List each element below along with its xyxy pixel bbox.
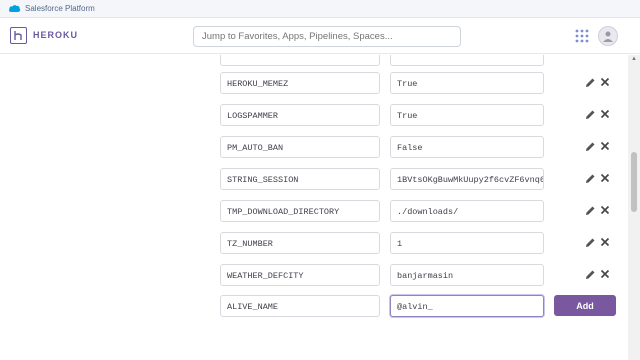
search-input[interactable] [193,26,461,47]
pencil-icon[interactable] [585,77,596,88]
config-var-key[interactable]: STRING_SESSION [220,168,380,190]
config-var-row: TZ_NUMBER 1 [0,232,628,256]
close-icon[interactable] [600,173,610,183]
close-icon[interactable] [600,205,610,215]
pencil-icon[interactable] [585,269,596,280]
platform-bar: Salesforce Platform [0,0,640,18]
top-header: HEROKU [0,18,640,54]
config-var-key[interactable]: TMP_DOWNLOAD_DIRECTORY [220,200,380,222]
config-var-row: TMP_DOWNLOAD_DIRECTORY ./downloads/ [0,200,628,224]
config-var-key[interactable]: WEATHER_DEFCITY [220,264,380,286]
apps-grid-icon[interactable] [575,29,589,43]
pencil-icon[interactable] [585,141,596,152]
close-icon[interactable] [600,237,610,247]
config-var-value-partial[interactable] [390,55,544,66]
config-var-row: PM_AUTO_BAN False [0,136,628,160]
config-var-value[interactable]: True [390,72,544,94]
salesforce-cloud-icon [9,5,21,12]
user-icon [603,31,613,42]
config-var-value[interactable]: True [390,104,544,126]
config-var-value[interactable]: 1BVtsOKgBuwMkUupy2f6cvZF6vnq6jt [390,168,544,190]
pencil-icon[interactable] [585,173,596,184]
config-vars-list: HEROKU_MEMEZ True LOGSPAMMER True PM_AUT… [0,55,628,360]
close-icon[interactable] [600,141,610,151]
scrollbar-thumb[interactable] [631,152,637,212]
config-var-key[interactable]: PM_AUTO_BAN [220,136,380,158]
config-var-key[interactable]: LOGSPAMMER [220,104,380,126]
heroku-logo-icon[interactable] [10,27,27,44]
config-var-value[interactable]: ./downloads/ [390,200,544,222]
config-var-value[interactable]: 1 [390,232,544,254]
config-var-value[interactable]: banjarmasin [390,264,544,286]
close-icon[interactable] [600,77,610,87]
new-key-input[interactable]: ALIVE_NAME [220,295,380,317]
new-value-input[interactable]: @alvin_ [390,295,544,317]
avatar[interactable] [598,26,618,46]
config-var-row: HEROKU_MEMEZ True [0,72,628,96]
add-button[interactable]: Add [554,295,616,316]
close-icon[interactable] [600,109,610,119]
pencil-icon[interactable] [585,205,596,216]
pencil-icon[interactable] [585,109,596,120]
heroku-logo-text[interactable]: HEROKU [33,30,78,40]
config-var-value[interactable]: False [390,136,544,158]
close-icon[interactable] [600,269,610,279]
config-var-key[interactable]: TZ_NUMBER [220,232,380,254]
config-var-row: STRING_SESSION 1BVtsOKgBuwMkUupy2f6cvZF6… [0,168,628,192]
new-config-var-row: ALIVE_NAME @alvin_ Add [0,295,628,319]
config-var-row: WEATHER_DEFCITY banjarmasin [0,264,628,288]
pencil-icon[interactable] [585,237,596,248]
platform-label: Salesforce Platform [25,4,95,13]
config-var-key[interactable]: HEROKU_MEMEZ [220,72,380,94]
config-var-key-partial[interactable] [220,55,380,66]
config-var-row: LOGSPAMMER True [0,104,628,128]
scroll-up-icon[interactable]: ▲ [631,56,637,62]
